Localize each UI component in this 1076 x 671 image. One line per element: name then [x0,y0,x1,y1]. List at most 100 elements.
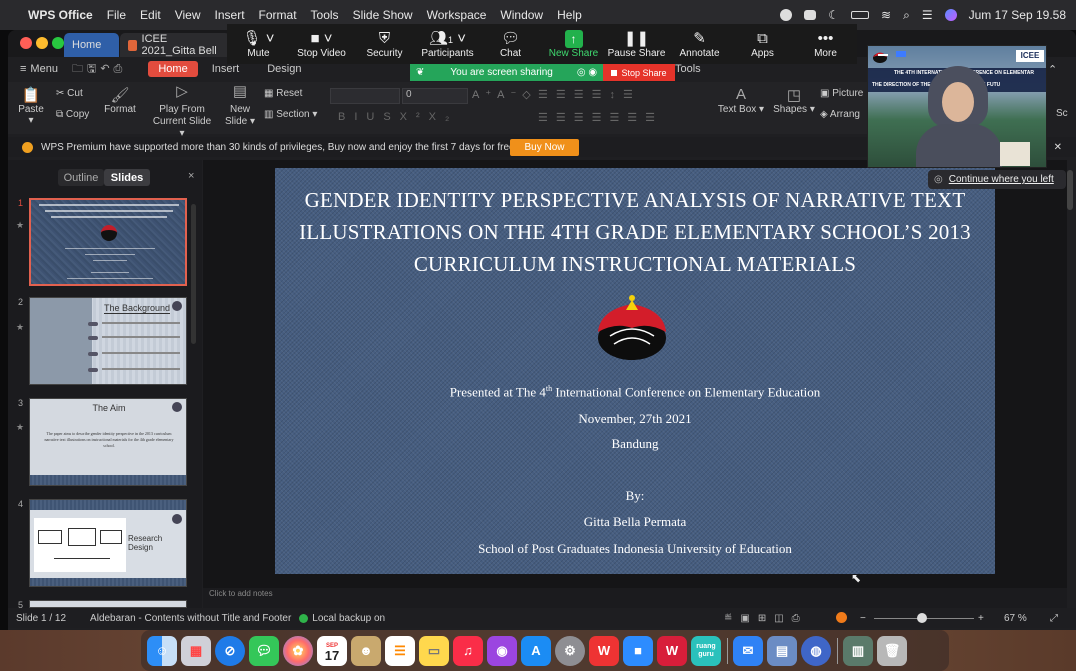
photos-icon[interactable]: ✿ [283,635,313,666]
apps-button[interactable]: ⧉ Apps [731,24,794,64]
arrange-button[interactable]: ◈ Arrang [820,109,860,120]
wps-office-icon[interactable]: W [589,635,619,666]
close-banner-icon[interactable]: ✕ [1054,142,1062,153]
alignment-buttons[interactable]: ☰☰☰☰☰☰☰ [538,111,663,124]
new-slide-button[interactable]: ▤ New Slide ▾ [222,84,258,128]
close-window-button[interactable] [20,37,32,49]
contacts-icon[interactable]: ☻ [351,635,381,666]
messages-icon[interactable]: 💬︎ [249,635,279,666]
tab-slides[interactable]: Slides [104,169,150,186]
zoom-status-icon[interactable] [804,10,817,20]
safari-icon[interactable]: ⊘ [215,635,245,666]
slide-thumbnail-4[interactable]: Research Design [29,499,187,587]
backup-status[interactable]: Local backup on [312,613,385,624]
mail-icon[interactable]: ✉ [733,635,763,666]
music-icon[interactable]: ♫ [453,635,483,666]
section-button[interactable]: ▥ Section ▾ [264,109,317,120]
tab-insert[interactable]: Insert [212,63,240,75]
slide-thumbnail-3[interactable]: The Aim The paper aims to describe gende… [29,398,187,486]
close-panel-icon[interactable]: × [188,170,194,182]
notes-pane[interactable]: Click to add notes [203,588,1067,608]
menu-edit[interactable]: Edit [140,8,161,22]
system-preferences-icon[interactable]: ⚙ [555,635,585,666]
menu-workspace[interactable]: Workspace [427,8,487,22]
font-style-buttons[interactable]: BIUSX²X₂ [338,111,458,123]
zoom-in-button[interactable]: + [978,613,984,624]
author-line[interactable]: Gitta Bella Permata [275,514,995,530]
more-button[interactable]: ••• More [794,24,857,64]
stop-video-button[interactable]: ■ ˅ Stop Video [290,24,353,64]
slide-thumbnail-2[interactable]: The Background [29,297,187,385]
minimize-video-icon[interactable] [878,54,888,56]
maximize-window-button[interactable] [52,37,64,49]
collapse-ribbon-icon[interactable]: ⌃ [1048,63,1057,76]
minimize-window-button[interactable] [36,37,48,49]
notes-icon[interactable]: ▭ [419,635,449,666]
preview-icon[interactable]: ▤ [767,635,797,666]
quick-access-icons[interactable]: 🗀🖫↶⎙ [72,60,126,79]
record-icon[interactable] [780,9,793,21]
mute-button[interactable]: 🎙︎ ˅ Mute [227,24,290,64]
new-share-button[interactable]: ↑ New Share [542,24,605,64]
menu-app-name[interactable]: WPS Office [28,8,93,22]
menu-slide-show[interactable]: Slide Show [353,8,413,22]
panel-scrollbar[interactable] [191,204,196,344]
menu-view[interactable]: View [175,8,201,22]
hamburger-icon[interactable]: ≡ [20,63,26,75]
by-line[interactable]: By: [275,488,995,504]
zoom-icon[interactable]: ■ [623,635,653,666]
launchpad-icon[interactable]: ▦ [181,635,211,666]
zoom-level[interactable]: 67 % [1004,613,1027,624]
calendar-icon[interactable]: SEP 17 [317,635,347,666]
chrome-icon[interactable]: ◍ [801,635,831,666]
presented-line[interactable]: Presented at The 4th International Confe… [275,384,995,400]
siri-icon[interactable] [944,9,957,21]
text-box-button[interactable]: A Text Box ▾ [716,86,766,115]
zoom-video-thumbnail[interactable]: THE 4TH INTERNATIONAL CONFERENCE ON ELEM… [867,45,1047,168]
fit-window-icon[interactable]: ⤢ [1050,613,1058,624]
stop-share-button[interactable]: Stop Share [603,64,675,81]
menu-button[interactable]: Menu [30,63,58,75]
font-size-input[interactable]: 0 [402,88,468,104]
control-center-icon[interactable]: ☰ [922,8,933,22]
affiliation-line[interactable]: School of Post Graduates Indonesia Unive… [275,541,995,557]
shapes-button[interactable]: ◳ Shapes ▾ [772,86,816,115]
menu-insert[interactable]: Insert [215,8,245,22]
tab-tools[interactable]: Tools [675,63,701,75]
reset-button[interactable]: ▦ Reset [264,88,302,99]
participants-button[interactable]: 👥︎1 ˅ Participants [416,24,479,64]
format-painter-button[interactable]: 🖌 Format [102,86,138,115]
podcasts-icon[interactable]: ◉ [487,635,517,666]
tab-outline[interactable]: Outline [58,169,104,186]
slide-thumbnail-1[interactable] [29,198,187,286]
paste-button[interactable]: 📋 Paste ▾ [16,86,46,126]
font-size-controls[interactable]: A⁺A⁻◇ [472,88,537,101]
slide-thumbnail-5[interactable] [29,600,187,608]
wps-icon[interactable]: W [657,635,687,666]
menu-file[interactable]: File [107,8,126,22]
moon-icon[interactable]: ☾ [828,8,839,22]
slide-title[interactable]: GENDER IDENTITY PERSPECTIVE ANALYSIS OF … [295,184,975,280]
downloads-folder-icon[interactable]: ▥ [843,635,873,666]
font-name-select[interactable] [330,88,400,104]
tab-design[interactable]: Design [267,63,301,75]
copy-button[interactable]: ⧉ Copy [56,109,89,120]
annotate-button[interactable]: ✎ Annotate [668,24,731,64]
app-store-icon[interactable]: A [521,635,551,666]
chat-button[interactable]: 💬︎ Chat [479,24,542,64]
menu-help[interactable]: Help [557,8,582,22]
home-tab[interactable]: Home [64,33,119,57]
trash-icon[interactable]: 🗑︎ [877,635,907,666]
play-slideshow-button[interactable] [836,612,847,623]
theme-name[interactable]: Aldebaran - Contents without Title and F… [90,613,291,624]
ribbon-overflow-label[interactable]: Sc [1056,108,1068,119]
security-button[interactable]: ⛨ Security [353,24,416,64]
search-icon[interactable]: ⌕ [903,8,910,23]
menu-format[interactable]: Format [259,8,297,22]
menu-tools[interactable]: Tools [311,8,339,22]
video-layout-icon[interactable] [896,51,906,57]
date-line[interactable]: November, 27th 2021 [275,411,995,427]
canvas-scrollbar[interactable] [1067,170,1073,210]
buy-now-button[interactable]: Buy Now [510,139,579,156]
finder-icon[interactable]: ☺ [147,635,177,666]
